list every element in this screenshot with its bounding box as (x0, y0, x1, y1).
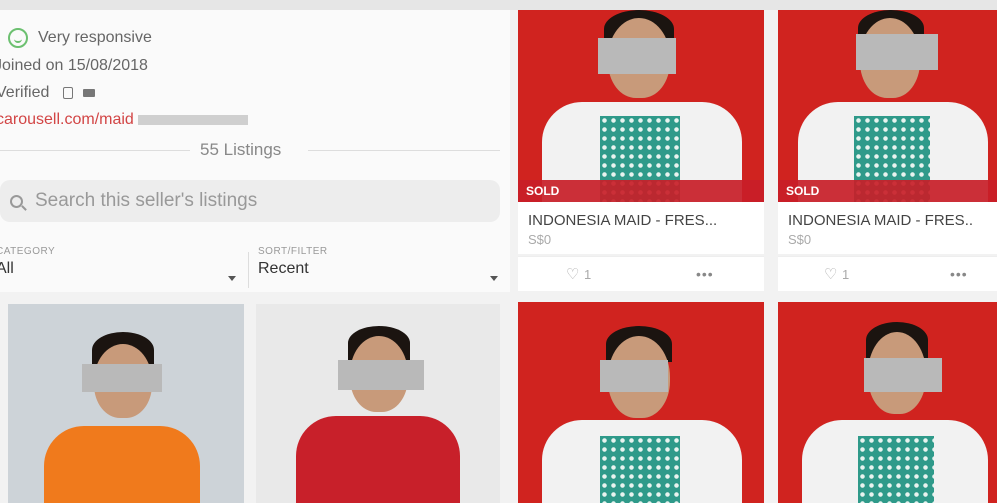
listing-title: INDONESIA MAID - FRES... (528, 212, 718, 229)
profile-url-row[interactable]: carousell.com/maid (0, 111, 248, 129)
listing-title: INDONESIA MAID - FRES.. (788, 212, 974, 229)
profile-url-link[interactable]: carousell.com/maid (0, 111, 134, 129)
email-icon (83, 89, 96, 97)
category-select[interactable]: CATEGORY All (0, 246, 240, 290)
orange-shirt (44, 426, 200, 503)
heart-icon[interactable]: ♡ (824, 265, 837, 283)
listing-card-footer: ♡ 1 ••• (518, 256, 764, 291)
listing-price: S$0 (788, 232, 812, 247)
listing-photo[interactable] (256, 304, 500, 503)
smile-icon (8, 28, 28, 48)
listing-card-info[interactable]: INDONESIA MAID - FRES.. S$0 (778, 202, 997, 254)
seller-profile-panel: Very responsive Joined on 15/08/2018 Ver… (0, 10, 510, 292)
listing-price: S$0 (528, 232, 552, 247)
responsive-row: Very responsive (0, 28, 152, 48)
listing-card-info[interactable]: INDONESIA MAID - FRES... S$0 (518, 202, 764, 254)
face-blur (338, 360, 424, 390)
category-label: CATEGORY (0, 246, 56, 257)
apron (600, 436, 680, 503)
face-blur (864, 358, 942, 392)
listings-divider-left (0, 150, 190, 151)
redacted-url (137, 115, 248, 125)
verified-row: Verified (0, 84, 96, 102)
listing-photo[interactable]: SOLD (778, 10, 997, 202)
joined-row: Joined on 15/08/2018 (0, 57, 148, 75)
sort-label: SORT/FILTER (258, 246, 328, 257)
caret-down-icon (228, 276, 236, 281)
category-value: All (0, 260, 14, 277)
search-placeholder: Search this seller's listings (35, 190, 258, 211)
more-icon[interactable]: ••• (950, 266, 968, 282)
face-blur (856, 34, 938, 70)
listings-divider-right (308, 150, 500, 151)
listing-photo[interactable] (8, 304, 244, 503)
verified-label: Verified (0, 84, 50, 101)
apron (858, 436, 934, 503)
filter-divider (248, 252, 249, 288)
responsive-label: Very responsive (38, 29, 152, 46)
heart-icon[interactable]: ♡ (566, 265, 579, 283)
listing-card-footer: ♡ 1 ••• (778, 256, 997, 291)
search-input[interactable]: Search this seller's listings (0, 180, 500, 222)
sort-select[interactable]: SORT/FILTER Recent (258, 246, 500, 290)
listing-photo[interactable] (778, 302, 997, 503)
listings-label: 55 Listings (200, 140, 282, 159)
red-shirt (296, 416, 460, 503)
phone-icon (63, 87, 74, 99)
listings-count: 55 Listings (0, 140, 500, 160)
sort-value: Recent (258, 260, 309, 277)
search-icon (10, 194, 23, 208)
listing-photo[interactable]: SOLD (518, 10, 764, 202)
caret-down-icon (490, 276, 498, 281)
like-count: 1 (842, 267, 850, 282)
like-count: 1 (584, 267, 592, 282)
top-strip (0, 0, 997, 10)
sold-badge: SOLD (778, 180, 997, 202)
more-icon[interactable]: ••• (696, 266, 714, 282)
joined-label: Joined on 15/08/2018 (0, 57, 148, 74)
face-blur (598, 38, 676, 74)
sold-badge: SOLD (518, 180, 764, 202)
face-blur (82, 364, 162, 392)
listing-photo[interactable] (518, 302, 764, 503)
face-blur (600, 360, 668, 392)
